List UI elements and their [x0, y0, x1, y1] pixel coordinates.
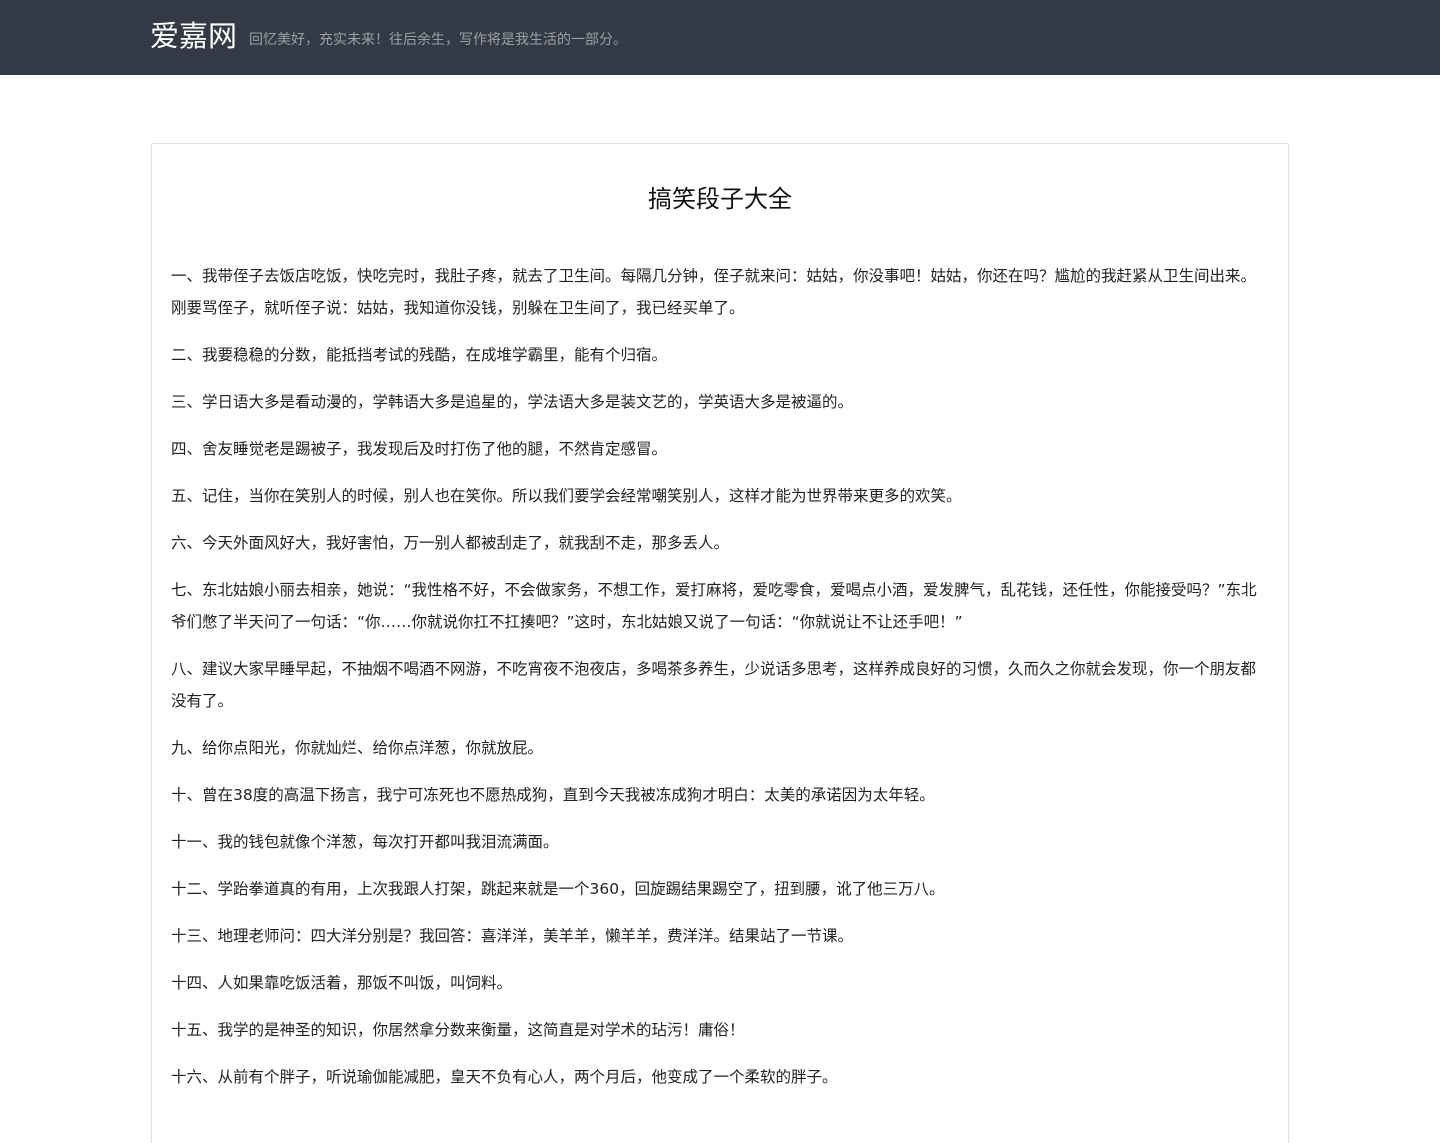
joke-paragraph: 五、记住，当你在笑别人的时候，别人也在笑你。所以我们要学会经常嘲笑别人，这样才能… [171, 487, 962, 505]
article-title: 搞笑段子大全 [648, 185, 792, 213]
joke-paragraph: 二、我要稳稳的分数，能抵挡考试的残酷，在成堆学霸里，能有个归宿。 [171, 346, 668, 364]
joke-paragraph: 六、今天外面风好大，我好害怕，万一别人都被刮走了，就我刮不走，那多丢人。 [171, 534, 730, 552]
joke-paragraph: 十六、从前有个胖子，听说瑜伽能减肥，皇天不负有心人，两个月后，他变成了一个柔软的… [171, 1068, 838, 1086]
joke-paragraph: 十一、我的钱包就像个洋葱，每次打开都叫我泪流满面。 [171, 833, 559, 851]
site-tagline: 回忆美好，充实未来！往后余生，写作将是我生活的一部分。 [249, 32, 627, 48]
article-body: 一、我带侄子去饭店吃饭，快吃完时，我肚子疼，就去了卫生间。每隔几分钟，侄子就来问… [171, 260, 1271, 1108]
joke-paragraph: 十三、地理老师问：四大洋分别是？我回答：喜洋洋，美羊羊，懒羊羊，费洋洋。结果站了… [171, 927, 854, 945]
joke-paragraph: 一、我带侄子去饭店吃饭，快吃完时，我肚子疼，就去了卫生间。每隔几分钟，侄子就来问… [171, 267, 1257, 317]
joke-paragraph: 十二、学跆拳道真的有用，上次我跟人打架，跳起来就是一个360，回旋踢结果踢空了，… [171, 880, 945, 898]
joke-paragraph: 十四、人如果靠吃饭活着，那饭不叫饭，叫饲料。 [171, 974, 513, 992]
joke-paragraph: 三、学日语大多是看动漫的，学韩语大多是追星的，学法语大多是装文艺的，学英语大多是… [171, 393, 854, 411]
site-logo-link[interactable]: 爱嘉网 [150, 17, 237, 55]
joke-paragraph: 十、曾在38度的高温下扬言，我宁可冻死也不愿热成狗，直到今天我被冻成狗才明白：太… [171, 786, 935, 804]
site-header: 爱嘉网 回忆美好，充实未来！往后余生，写作将是我生活的一部分。 [0, 0, 1440, 75]
joke-paragraph: 十五、我学的是神圣的知识，你居然拿分数来衡量，这简直是对学术的玷污！庸俗！ [171, 1021, 745, 1039]
article-card: 搞笑段子大全 一、我带侄子去饭店吃饭，快吃完时，我肚子疼，就去了卫生间。每隔几分… [151, 143, 1289, 1143]
joke-paragraph: 四、舍友睡觉老是踢被子，我发现后及时打伤了他的腿，不然肯定感冒。 [171, 440, 668, 458]
joke-paragraph: 八、建议大家早睡早起，不抽烟不喝酒不网游，不吃宵夜不泡夜店，多喝茶多养生，少说话… [171, 660, 1257, 710]
joke-paragraph: 七、东北姑娘小丽去相亲，她说：“我性格不好，不会做家务，不想工作，爱打麻将，爱吃… [171, 581, 1257, 631]
joke-paragraph: 九、给你点阳光，你就灿烂、给你点洋葱，你就放屁。 [171, 739, 544, 757]
